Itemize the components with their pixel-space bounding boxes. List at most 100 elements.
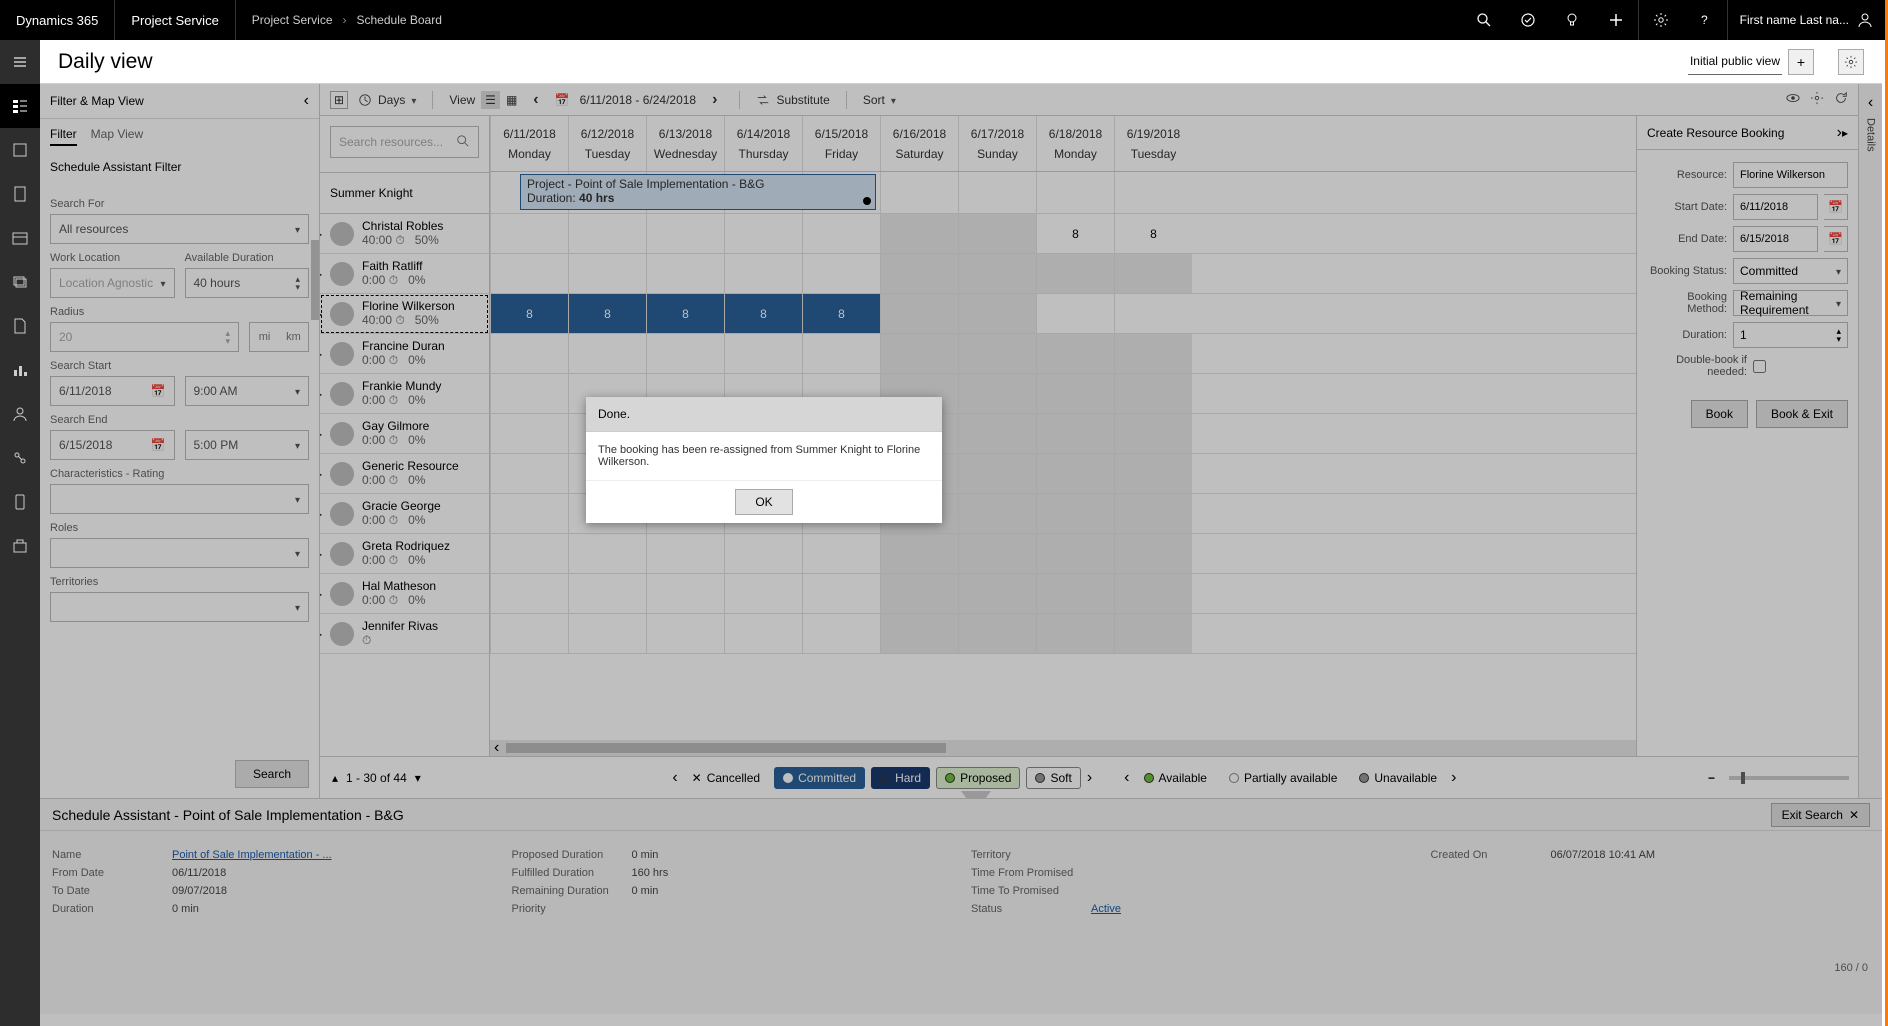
calendar-cell[interactable] — [958, 214, 1036, 253]
brand-label[interactable]: Dynamics 365 — [0, 0, 115, 40]
tab-map-view[interactable]: Map View — [91, 127, 143, 146]
board-settings-button[interactable] — [1838, 49, 1864, 75]
duration-stepper[interactable]: 1▴▾ — [1733, 322, 1848, 348]
calendar-cell[interactable] — [490, 374, 568, 413]
calendar-cell[interactable] — [724, 534, 802, 573]
calendar-cell[interactable] — [1114, 414, 1192, 453]
add-tab-button[interactable] — [1788, 49, 1814, 75]
book-button[interactable]: Book — [1691, 400, 1748, 428]
resource-row[interactable]: ▸ Gracie George0:00 ⏱0% — [320, 494, 489, 534]
expand-grid-icon[interactable]: ⊞ — [330, 91, 348, 109]
radius-stepper[interactable]: 20▴▾ — [50, 322, 239, 352]
zoom-out-icon[interactable]: − — [1708, 771, 1715, 785]
resource-row[interactable]: ▸ Frankie Mundy0:00 ⏱0% — [320, 374, 489, 414]
calendar-cell[interactable] — [646, 614, 724, 653]
calendar-cell[interactable] — [568, 614, 646, 653]
legend-next[interactable] — [1087, 769, 1092, 787]
territories-select[interactable] — [50, 592, 309, 622]
calendar-cell[interactable] — [958, 574, 1036, 613]
calendar-cell[interactable] — [1114, 374, 1192, 413]
pager-down-icon[interactable]: ▾ — [415, 771, 421, 785]
add-icon[interactable] — [1594, 0, 1638, 40]
calendar-cell[interactable] — [1036, 494, 1114, 533]
ok-button[interactable]: OK — [735, 489, 793, 515]
start-date-field[interactable]: 6/11/2018 — [1733, 194, 1818, 220]
calendar-cell[interactable] — [802, 614, 880, 653]
calendar-cell[interactable] — [1036, 574, 1114, 613]
booking-block[interactable]: Project - Point of Sale Implementation -… — [520, 174, 876, 210]
calendar-cell[interactable] — [1036, 614, 1114, 653]
calendar-cell[interactable] — [802, 534, 880, 573]
rail-link-icon[interactable] — [0, 436, 40, 480]
rail-schedule-icon[interactable] — [0, 84, 40, 128]
zoom-slider[interactable] — [1729, 776, 1849, 780]
date-prev-button[interactable] — [527, 91, 544, 109]
calendar-cell[interactable] — [568, 334, 646, 373]
collapse-filter-icon[interactable] — [304, 92, 309, 110]
pin-icon[interactable]: ▸ — [320, 587, 322, 601]
rail-calendar-icon[interactable] — [0, 216, 40, 260]
view-grid-icon[interactable]: ▦ — [506, 93, 517, 107]
sort-dropdown[interactable]: Sort — [863, 93, 896, 107]
calendar-cell[interactable] — [802, 334, 880, 373]
breadcrumb-item[interactable]: Schedule Board — [357, 13, 442, 27]
end-date-field[interactable]: 6/15/2018 — [1733, 226, 1818, 252]
calendar-cell[interactable] — [490, 414, 568, 453]
calendar-cell[interactable] — [724, 574, 802, 613]
chip-soft[interactable]: Soft — [1026, 767, 1080, 789]
search-icon[interactable] — [1462, 0, 1506, 40]
calendar-cell[interactable] — [1114, 494, 1192, 533]
pin-icon[interactable]: ▸ — [320, 347, 322, 361]
calendar-cell[interactable] — [490, 334, 568, 373]
calendar-cell[interactable]: 8 — [646, 294, 724, 333]
chip-cancelled[interactable]: ✕Cancelled — [684, 767, 768, 789]
calendar-cell[interactable] — [1036, 454, 1114, 493]
booking-status-select[interactable]: Committed — [1733, 258, 1848, 284]
calendar-cell[interactable] — [880, 574, 958, 613]
calendar-cell[interactable] — [880, 534, 958, 573]
characteristics-select[interactable] — [50, 484, 309, 514]
resource-row[interactable]: ▸ Hal Matheson0:00 ⏱0% — [320, 574, 489, 614]
work-location-select[interactable]: Location Agnostic — [50, 268, 175, 298]
calendar-cell[interactable] — [1114, 334, 1192, 373]
calendar-cell[interactable] — [490, 574, 568, 613]
calendar-cell[interactable] — [724, 254, 802, 293]
calendar-cell[interactable]: 8 — [1036, 214, 1114, 253]
details-rail[interactable]: Details — [1858, 84, 1882, 798]
pinned-resource[interactable]: Summer Knight — [320, 172, 489, 214]
calendar-cell[interactable] — [1114, 534, 1192, 573]
calendar-cell[interactable] — [802, 214, 880, 253]
user-name[interactable]: First name Last na... — [1740, 13, 1849, 27]
rail-person-icon[interactable] — [0, 392, 40, 436]
resource-search-input[interactable]: Search resources... — [330, 126, 479, 158]
calendar-cell[interactable] — [1036, 534, 1114, 573]
calendar-cell[interactable] — [958, 534, 1036, 573]
pin-icon[interactable]: ▸ — [320, 427, 322, 441]
bulb-icon[interactable] — [1550, 0, 1594, 40]
view-name[interactable]: Initial public view — [1688, 48, 1782, 75]
search-start-time[interactable]: 9:00 AM — [185, 376, 310, 406]
refresh-icon[interactable] — [1834, 91, 1848, 108]
eye-icon[interactable] — [1786, 91, 1800, 108]
calendar-cell[interactable]: 8 — [802, 294, 880, 333]
pin-icon[interactable]: ▸ — [320, 267, 322, 281]
status-link[interactable]: Active — [1091, 903, 1121, 915]
chip-hard[interactable]: Hard — [871, 767, 930, 789]
calendar-cell[interactable] — [490, 614, 568, 653]
calendar-cell[interactable]: 8 — [724, 294, 802, 333]
resource-row[interactable]: ▸ Christal Robles40:00 ⏱50% — [320, 214, 489, 254]
exit-search-button[interactable]: Exit Search✕ — [1771, 803, 1870, 827]
calendar-cell[interactable] — [1036, 334, 1114, 373]
rail-page-icon[interactable] — [0, 304, 40, 348]
calendar-cell[interactable] — [568, 254, 646, 293]
date-next-button[interactable] — [706, 91, 723, 109]
rail-tablet-icon[interactable] — [0, 480, 40, 524]
calendar-cell[interactable] — [958, 454, 1036, 493]
avail-next[interactable] — [1451, 769, 1456, 787]
calendar-cell[interactable] — [490, 214, 568, 253]
calendar-cell[interactable] — [1036, 294, 1114, 333]
resource-row[interactable]: ▸ Greta Rodriquez0:00 ⏱0% — [320, 534, 489, 574]
calendar-cell[interactable] — [490, 494, 568, 533]
calendar-cell[interactable] — [880, 334, 958, 373]
radius-unit-toggle[interactable]: mikm — [249, 322, 309, 352]
